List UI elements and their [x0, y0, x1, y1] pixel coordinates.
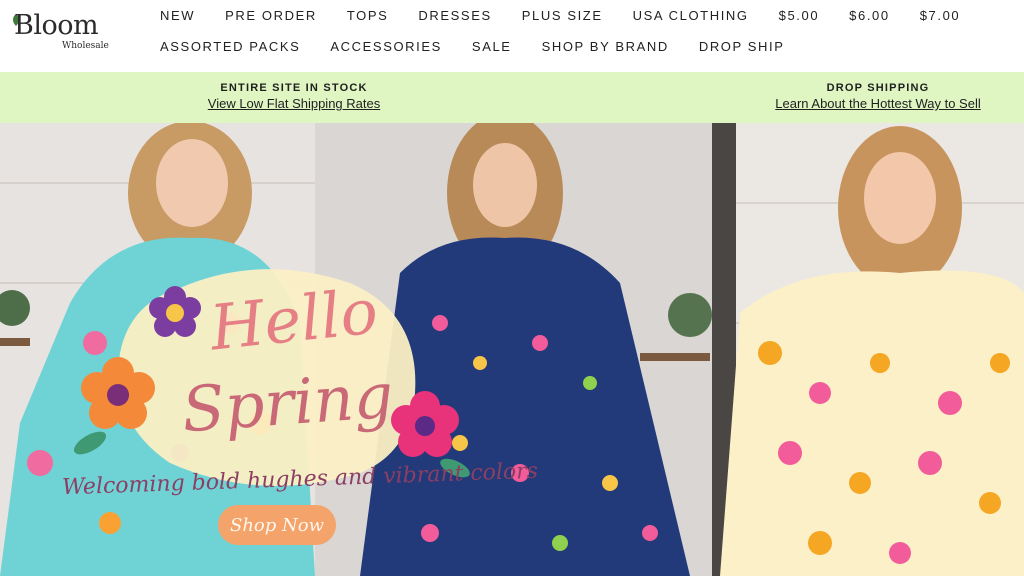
nav-item-pre-order[interactable]: PRE ORDER — [225, 8, 317, 23]
logo-name: Bloom — [14, 10, 99, 41]
promo-bar: ENTIRE SITE IN STOCK View Low Flat Shipp… — [0, 72, 1024, 123]
nav-item-price-5[interactable]: $5.00 — [779, 8, 820, 23]
promo-in-stock-title: ENTIRE SITE IN STOCK — [220, 82, 368, 94]
promo-drop-shipping: DROP SHIPPING Learn About the Hottest Wa… — [740, 82, 1016, 113]
shop-now-button[interactable]: Shop Now — [218, 505, 336, 545]
nav-item-price-6[interactable]: $6.00 — [849, 8, 890, 23]
nav-item-dresses[interactable]: DRESSES — [418, 8, 491, 23]
nav-item-shop-by-brand[interactable]: SHOP BY BRAND — [542, 39, 669, 54]
hero-banner[interactable]: Hello Spring Welcoming bold hughes and v… — [0, 123, 1024, 576]
nav-item-tops[interactable]: TOPS — [347, 8, 389, 23]
nav-item-drop-ship[interactable]: DROP SHIP — [699, 39, 785, 54]
nav-item-assorted-packs[interactable]: ASSORTED PACKS — [160, 39, 300, 54]
main-nav-row-1: NEW PRE ORDER TOPS DRESSES PLUS SIZE USA… — [160, 8, 960, 23]
nav-item-new[interactable]: NEW — [160, 8, 195, 23]
site-header: Bloom Wholesale NEW PRE ORDER TOPS DRESS… — [0, 0, 1024, 72]
promo-in-stock: ENTIRE SITE IN STOCK View Low Flat Shipp… — [170, 82, 418, 113]
nav-item-sale[interactable]: SALE — [472, 39, 512, 54]
main-nav-row-2: ASSORTED PACKS ACCESSORIES SALE SHOP BY … — [160, 39, 785, 54]
hero-headline-spring: Spring — [179, 358, 396, 447]
nav-item-usa-clothing[interactable]: USA CLOTHING — [633, 8, 749, 23]
nav-item-plus-size[interactable]: PLUS SIZE — [522, 8, 603, 23]
logo-subtitle: Wholesale — [62, 41, 109, 51]
hero-photo — [0, 123, 1024, 576]
shipping-rates-link[interactable]: View Low Flat Shipping Rates — [208, 96, 380, 111]
nav-item-accessories[interactable]: ACCESSORIES — [330, 39, 442, 54]
drop-shipping-link[interactable]: Learn About the Hottest Way to Sell — [775, 96, 980, 111]
nav-item-price-7[interactable]: $7.00 — [920, 8, 961, 23]
promo-drop-shipping-title: DROP SHIPPING — [826, 82, 930, 94]
bloom-logo[interactable]: Bloom Wholesale — [13, 10, 114, 51]
